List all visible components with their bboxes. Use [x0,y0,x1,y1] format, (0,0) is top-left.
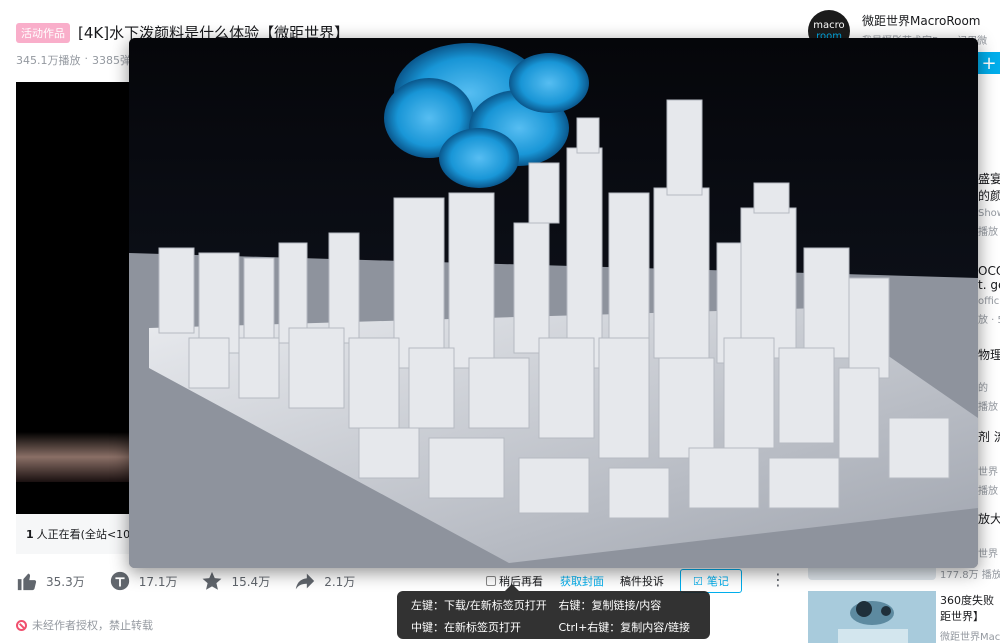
tooltip-middle-click: 中键：在新标签页打开 [411,621,521,634]
rec-2-sub: offici [978,296,1000,307]
copyright-text: 未经作者授权，禁止转载 [32,619,153,632]
rec-3-sub: 的 [978,383,988,394]
follow-button[interactable]: + [978,52,1000,74]
rec-1-title: 盛宴 [978,172,1000,186]
rec-6-title[interactable]: 360度失败 [940,592,994,608]
tooltip-ctrl-right-click: Ctrl+右键：复制内容/链接 [558,621,691,634]
video-meta: 345.1万播放 · 3385弹幕 [16,52,142,68]
share-arrow-icon [296,573,315,590]
avatar-text-top: macro [813,20,845,31]
rec-item-1[interactable]: 盛宴 的颜 Show 播放 [978,170,1000,238]
rec-4-meta: 播放 [978,486,998,497]
rec-item-4[interactable]: 剂 流 世界 播放 [978,428,1000,497]
note-label: 笔记 [706,575,729,588]
report-link[interactable]: 稿件投诉 [620,573,664,589]
cover-preview-popup[interactable] [129,38,978,568]
like-count: 35.3万 [46,574,85,589]
favorite-button[interactable]: 15.4万 [201,570,270,592]
viewer-count: 1 [26,527,34,541]
viewer-bar: 1 人正在看(全站<10人 [16,514,130,554]
rec-1-line2: 的颜 [978,189,1000,203]
more-menu-icon[interactable]: ⋮ [770,570,786,589]
uploader-name[interactable]: 微距世界MacroRoom [862,12,981,29]
share-count: 2.1万 [324,574,356,589]
rec-6-thumbnail-art [808,591,936,643]
rec-item-5[interactable]: 放大 世界 [978,510,1000,560]
note-button[interactable]: ☑ 笔记 [680,569,742,593]
rec-5-title: 放大 [978,512,1000,526]
coin-icon [110,571,129,591]
tooltip-right-click: 右键：复制链接/内容 [558,599,662,612]
play-count: 345.1万播放 [16,54,81,67]
rec-2-title: OCO: [978,264,1000,278]
rec-4-sub: 世界 [978,467,998,478]
rec-6-sub: 微距世界Mac [940,632,1000,643]
rec-3-title: 物理 [978,348,1000,362]
video-player[interactable] [16,82,130,514]
star-icon [203,571,222,590]
watch-later-checkbox[interactable] [486,576,496,586]
like-button[interactable]: 35.3万 [16,570,85,592]
forbid-icon [16,619,27,631]
copyright-notice: 未经作者授权，禁止转载 [16,617,153,633]
meta-separator: · [84,52,89,65]
rec-1-sub: Show [978,208,1000,219]
get-cover-link[interactable]: 获取封面 [560,573,604,589]
tooltip-left-click: 左键：下载/在新标签页打开 [411,599,547,612]
cover-preview-image [129,38,978,568]
coin-button[interactable]: 17.1万 [109,570,178,592]
rec-6-line2[interactable]: 距世界】 [940,608,984,624]
coin-count: 17.1万 [138,574,178,589]
rec-item-3[interactable]: 物理 的 播放 [978,346,1000,413]
activity-badge[interactable]: 活动作品 [16,22,70,43]
video-page: 活动作品 [4K]水下泼颜料是什么体验【微距世界】 345.1万播放 · 338… [0,0,1000,643]
cover-actions-tooltip: 左键：下载/在新标签页打开 右键：复制链接/内容 中键：在新标签页打开 Ctrl… [397,591,710,639]
rec-4-title: 剂 流 [978,430,1000,444]
rec-item-2[interactable]: OCO: t. ge offici 放 · 5 [978,264,1000,326]
viewer-text: 人正在看(全站<10人 [36,528,130,541]
note-icon: ☑ [693,574,703,588]
rec-1-meta: 播放 [978,227,998,238]
rec-3-meta: 播放 [978,402,998,413]
rec-6-thumbnail[interactable] [808,591,936,643]
favorite-count: 15.4万 [231,574,271,589]
thumbs-up-icon [17,573,37,591]
rec-5-sub: 世界 [978,549,998,560]
rec-5-meta: 177.8万 播放 [940,570,1000,581]
player-frame-glow [16,432,130,482]
rec-2-meta: 放 · 5 [978,315,1000,326]
share-button[interactable]: 2.1万 [294,570,355,592]
tooltip-arrow [505,584,519,591]
rec-2-line2: t. ge [978,278,1000,292]
